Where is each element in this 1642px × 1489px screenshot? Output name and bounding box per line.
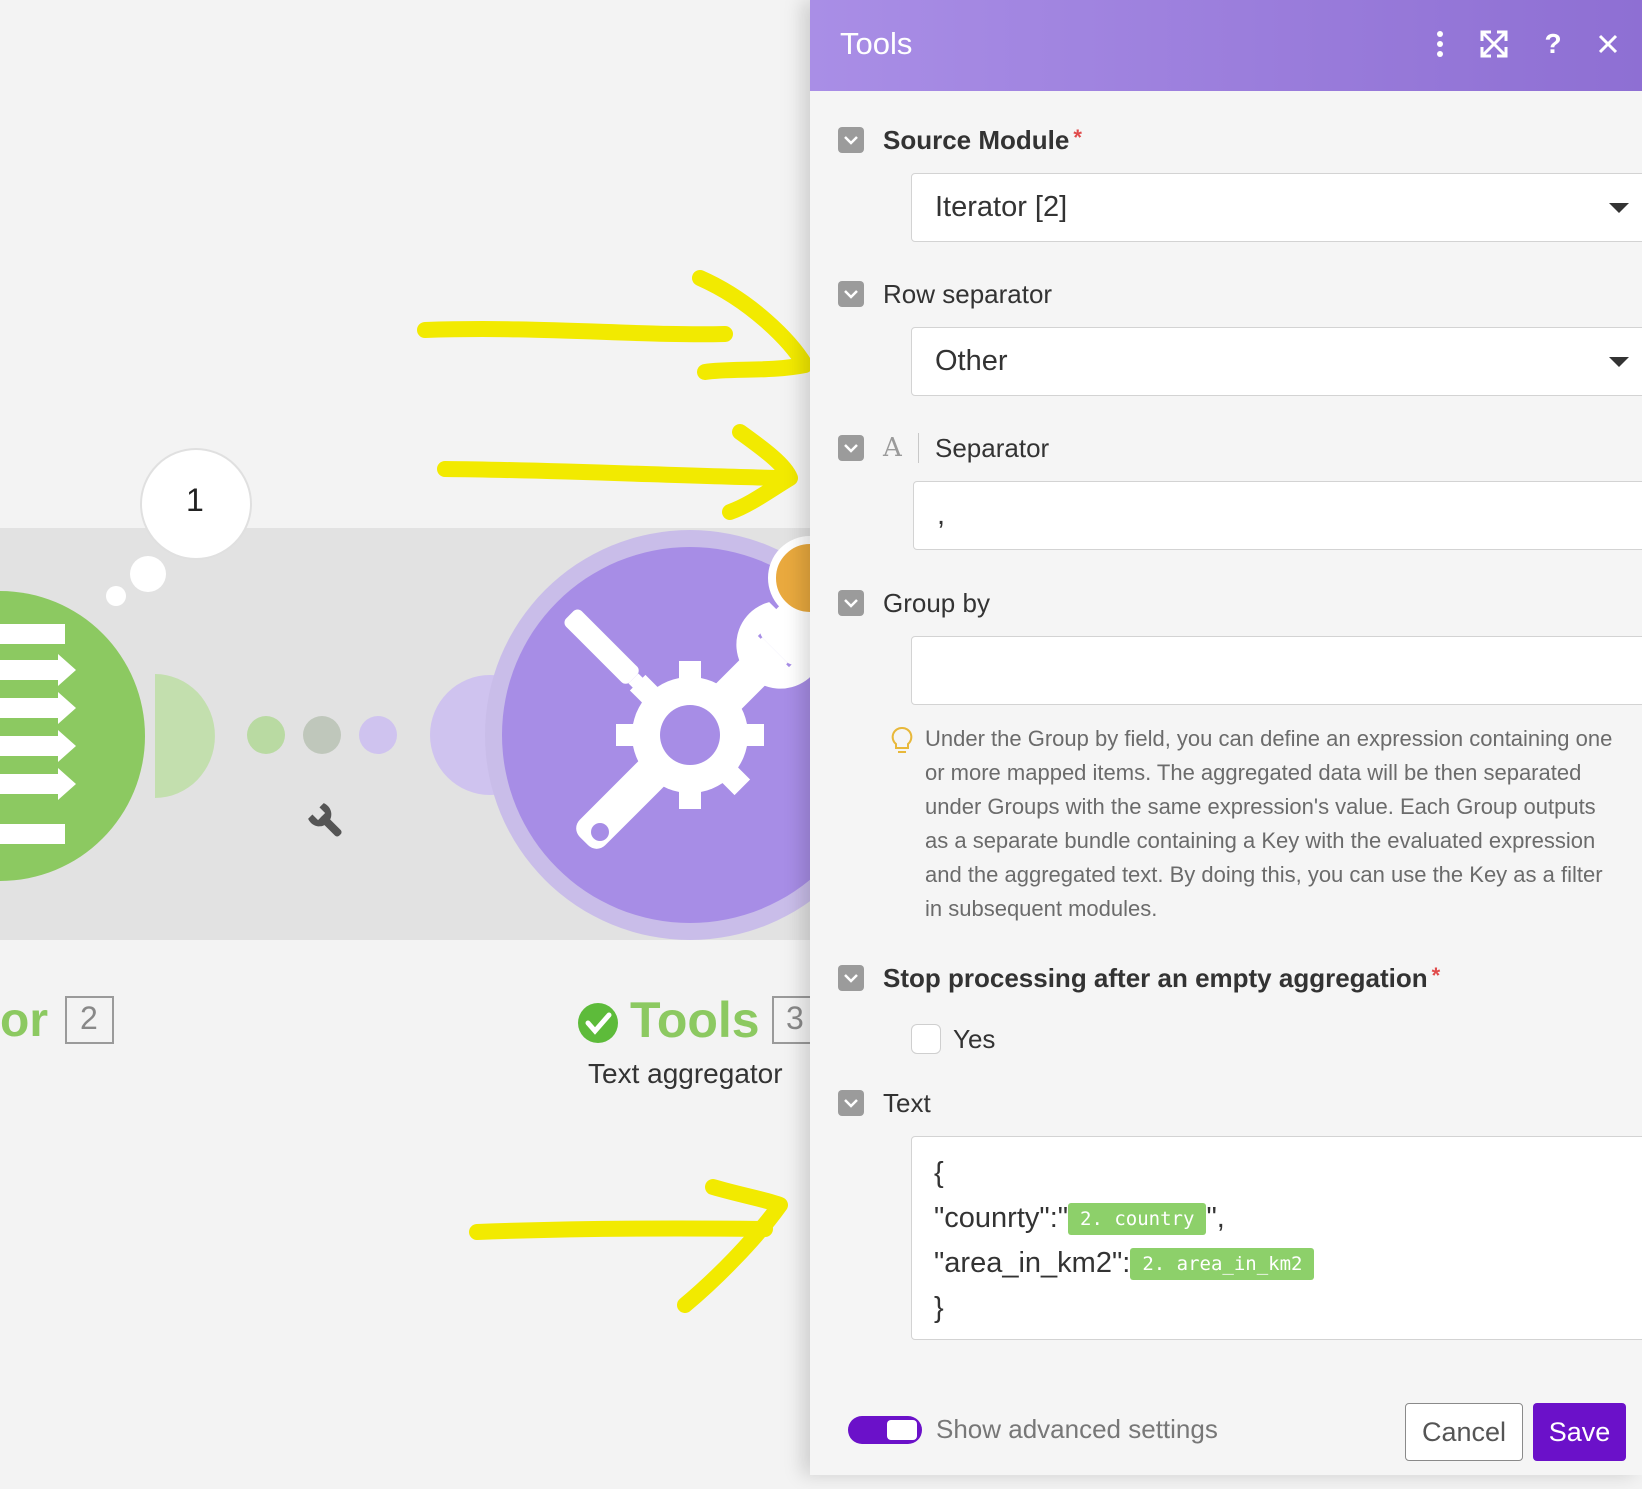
text-line-2-prefix: "counrty":" — [934, 1202, 1069, 1234]
mapped-country-pill[interactable]: 2. country — [1068, 1203, 1207, 1236]
panel-title: Tools — [840, 26, 913, 61]
tools-module-name[interactable]: Tools — [630, 991, 760, 1049]
required-marker: * — [1073, 125, 1082, 150]
field-toggle-checkbox[interactable] — [838, 965, 864, 991]
bubble-dot — [106, 586, 126, 606]
separator-value: , — [937, 499, 946, 531]
annotation-arrow-3 — [469, 1179, 788, 1313]
link-dot — [247, 716, 285, 754]
advanced-settings-toggle[interactable] — [848, 1416, 922, 1444]
wrench-hole — [591, 823, 609, 841]
source-module-value: Iterator [2] — [935, 191, 1068, 223]
close-icon[interactable] — [1590, 26, 1626, 62]
text-type-icon: A — [883, 433, 902, 463]
link-dot — [359, 716, 397, 754]
stop-processing-checkbox[interactable] — [911, 1024, 941, 1054]
source-module-select[interactable]: Iterator [2] — [911, 173, 1642, 242]
operations-count: 1 — [186, 482, 204, 518]
annotation-arrow-2 — [437, 424, 798, 520]
expand-icon[interactable] — [1476, 26, 1512, 62]
row-separator-select[interactable]: Other — [911, 327, 1642, 396]
chevron-down-icon — [1609, 357, 1629, 367]
tools-module-id: 3 — [786, 1000, 804, 1036]
separator-input[interactable]: , — [913, 481, 1642, 550]
field-toggle-checkbox[interactable] — [838, 281, 864, 307]
source-module-label: Source Module * — [883, 125, 1082, 156]
group-by-help-text: Under the Group by field, you can define… — [925, 726, 1613, 921]
text-line-1: { — [934, 1157, 944, 1189]
field-toggle-checkbox[interactable] — [838, 1090, 864, 1116]
more-vert-icon[interactable] — [1422, 26, 1458, 62]
panel-header: Tools ? — [810, 0, 1642, 91]
source-module-label-text: Source Module — [883, 125, 1070, 155]
bubble-dot — [130, 556, 166, 592]
text-line-3-prefix: "area_in_km2": — [934, 1247, 1131, 1279]
text-line-4: } — [934, 1292, 944, 1324]
row-separator-value: Other — [935, 345, 1008, 377]
cancel-button[interactable]: Cancel — [1405, 1403, 1523, 1461]
text-line-2: "counrty":" 2. country ", — [934, 1196, 1629, 1241]
text-editor[interactable]: { "counrty":" 2. country ", "area_in_km2":… — [911, 1136, 1642, 1340]
field-toggle-checkbox[interactable] — [838, 435, 864, 461]
help-icon[interactable]: ? — [1535, 26, 1571, 62]
module-settings-panel: Tools ? Source Module * Iterator [2] Row… — [810, 0, 1642, 1475]
field-toggle-checkbox[interactable] — [838, 127, 864, 153]
separator-label: Separator — [935, 433, 1050, 463]
field-toggle-checkbox[interactable] — [838, 590, 864, 616]
left-module-id: 2 — [80, 1000, 98, 1036]
link-dot — [303, 716, 341, 754]
text-label: Text — [883, 1088, 931, 1118]
annotation-arrow-1 — [417, 270, 813, 380]
toggle-knob — [887, 1420, 917, 1440]
row-separator-label: Row separator — [883, 279, 1053, 309]
stop-processing-yes-label[interactable]: Yes — [953, 1024, 995, 1055]
tools-module-subtitle: Text aggregator — [588, 1058, 783, 1089]
text-line-2-suffix: ", — [1206, 1202, 1225, 1234]
save-button[interactable]: Save — [1533, 1403, 1626, 1461]
stop-processing-label: Stop processing after an empty aggregati… — [883, 963, 1440, 994]
group-by-label: Group by — [883, 588, 990, 618]
mapped-area-pill[interactable]: 2. area_in_km2 — [1130, 1248, 1315, 1281]
advanced-settings-label[interactable]: Show advanced settings — [936, 1414, 1218, 1445]
group-by-input[interactable] — [911, 636, 1642, 705]
left-module-name: or — [0, 994, 48, 1047]
label-divider — [918, 433, 919, 463]
lightbulb-icon — [891, 726, 913, 753]
stop-processing-label-text: Stop processing after an empty aggregati… — [883, 963, 1428, 993]
chevron-down-icon — [1609, 203, 1629, 213]
required-marker: * — [1431, 963, 1441, 988]
success-check-icon — [578, 1003, 618, 1043]
text-line-3: "area_in_km2": 2. area_in_km2 — [934, 1241, 1629, 1286]
